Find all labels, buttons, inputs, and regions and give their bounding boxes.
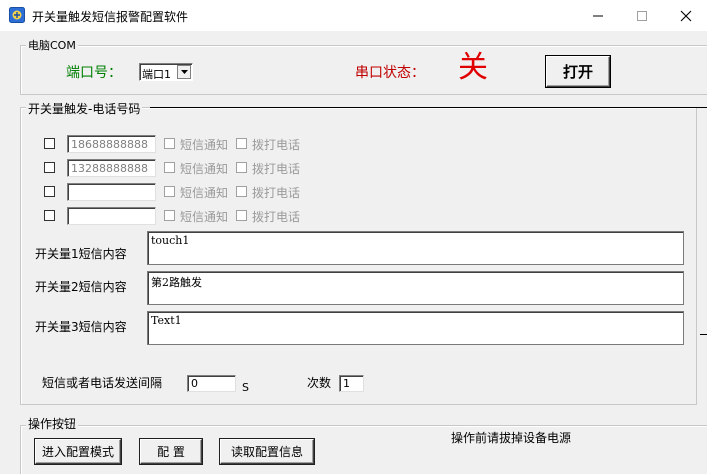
phone-3-call-checkbox[interactable] bbox=[236, 186, 247, 197]
maximize-icon bbox=[637, 10, 647, 21]
operations-group-legend: 操作按钮 bbox=[26, 415, 79, 432]
app-icon bbox=[9, 7, 25, 23]
minimize-icon bbox=[593, 15, 603, 16]
minimize-button[interactable] bbox=[575, 0, 621, 31]
serial-status-value: 关 bbox=[458, 50, 488, 85]
phone-4-input[interactable] bbox=[67, 207, 156, 225]
phone-1-call-checkbox[interactable] bbox=[236, 138, 247, 149]
phone-1-enable-checkbox[interactable] bbox=[44, 138, 55, 149]
phone-4-call-label: 拨打电话 bbox=[252, 210, 301, 224]
phone-3-input[interactable] bbox=[67, 183, 156, 201]
count-input[interactable]: 1 bbox=[339, 375, 364, 392]
sms-2-label: 开关量2短信内容 bbox=[35, 280, 127, 294]
group-divider bbox=[150, 107, 707, 108]
power-notice-text: 操作前请拔掉设备电源 bbox=[451, 431, 572, 445]
port-select[interactable]: 端口1 bbox=[139, 63, 193, 81]
trigger-group-legend: 开关量触发-电话号码 bbox=[26, 100, 143, 117]
operations-group bbox=[20, 425, 707, 474]
phone-2-call-label: 拨打电话 bbox=[252, 162, 301, 176]
phone-1-call-label: 拨打电话 bbox=[252, 138, 301, 152]
phone-1-sms-label: 短信通知 bbox=[180, 138, 229, 152]
port-dropdown-button[interactable] bbox=[177, 65, 191, 79]
interval-label: 短信或者电话发送间隔 bbox=[42, 376, 163, 390]
port-select-value: 端口1 bbox=[142, 68, 171, 81]
maximize-button[interactable] bbox=[619, 0, 665, 31]
open-port-button[interactable]: 打开 bbox=[545, 55, 611, 88]
phone-4-call-checkbox[interactable] bbox=[236, 210, 247, 221]
phone-2-sms-label: 短信通知 bbox=[180, 162, 229, 176]
phone-4-sms-label: 短信通知 bbox=[180, 210, 229, 224]
phone-3-enable-checkbox[interactable] bbox=[44, 186, 55, 197]
serial-status-label: 串口状态： bbox=[355, 65, 425, 81]
phone-4-sms-checkbox[interactable] bbox=[164, 210, 175, 221]
enter-config-mode-button[interactable]: 进入配置模式 bbox=[34, 438, 122, 465]
interval-input[interactable]: 0 bbox=[187, 375, 236, 392]
sms-2-content-textarea[interactable]: 第2路触发 bbox=[147, 271, 684, 305]
phone-1-input[interactable]: 18688888888 bbox=[67, 135, 156, 153]
phone-1-sms-checkbox[interactable] bbox=[164, 138, 175, 149]
close-button[interactable] bbox=[663, 0, 707, 31]
sms-3-label: 开关量3短信内容 bbox=[35, 320, 127, 334]
configure-button[interactable]: 配 置 bbox=[139, 438, 203, 465]
phone-2-call-checkbox[interactable] bbox=[236, 162, 247, 173]
chevron-down-icon bbox=[180, 70, 188, 74]
close-icon bbox=[680, 10, 692, 21]
sms-1-label: 开关量1短信内容 bbox=[35, 247, 127, 261]
count-label: 次数 bbox=[307, 376, 332, 390]
phone-4-enable-checkbox[interactable] bbox=[44, 210, 55, 221]
group-divider bbox=[700, 334, 707, 335]
phone-2-sms-checkbox[interactable] bbox=[164, 162, 175, 173]
sms-1-content-textarea[interactable]: touch1 bbox=[147, 231, 684, 265]
phone-2-input[interactable]: 13288888888 bbox=[67, 159, 156, 177]
phone-3-sms-checkbox[interactable] bbox=[164, 186, 175, 197]
sms-3-content-textarea[interactable]: Text1 bbox=[147, 311, 684, 345]
port-label: 端口号： bbox=[66, 65, 122, 81]
phone-2-enable-checkbox[interactable] bbox=[44, 162, 55, 173]
phone-3-sms-label: 短信通知 bbox=[180, 186, 229, 200]
com-group-legend: 电脑COM bbox=[26, 37, 78, 53]
interval-unit: S bbox=[242, 381, 249, 394]
window-title: 开关量触发短信报警配置软件 bbox=[32, 10, 189, 24]
read-config-button[interactable]: 读取配置信息 bbox=[219, 438, 315, 465]
phone-3-call-label: 拨打电话 bbox=[252, 186, 301, 200]
